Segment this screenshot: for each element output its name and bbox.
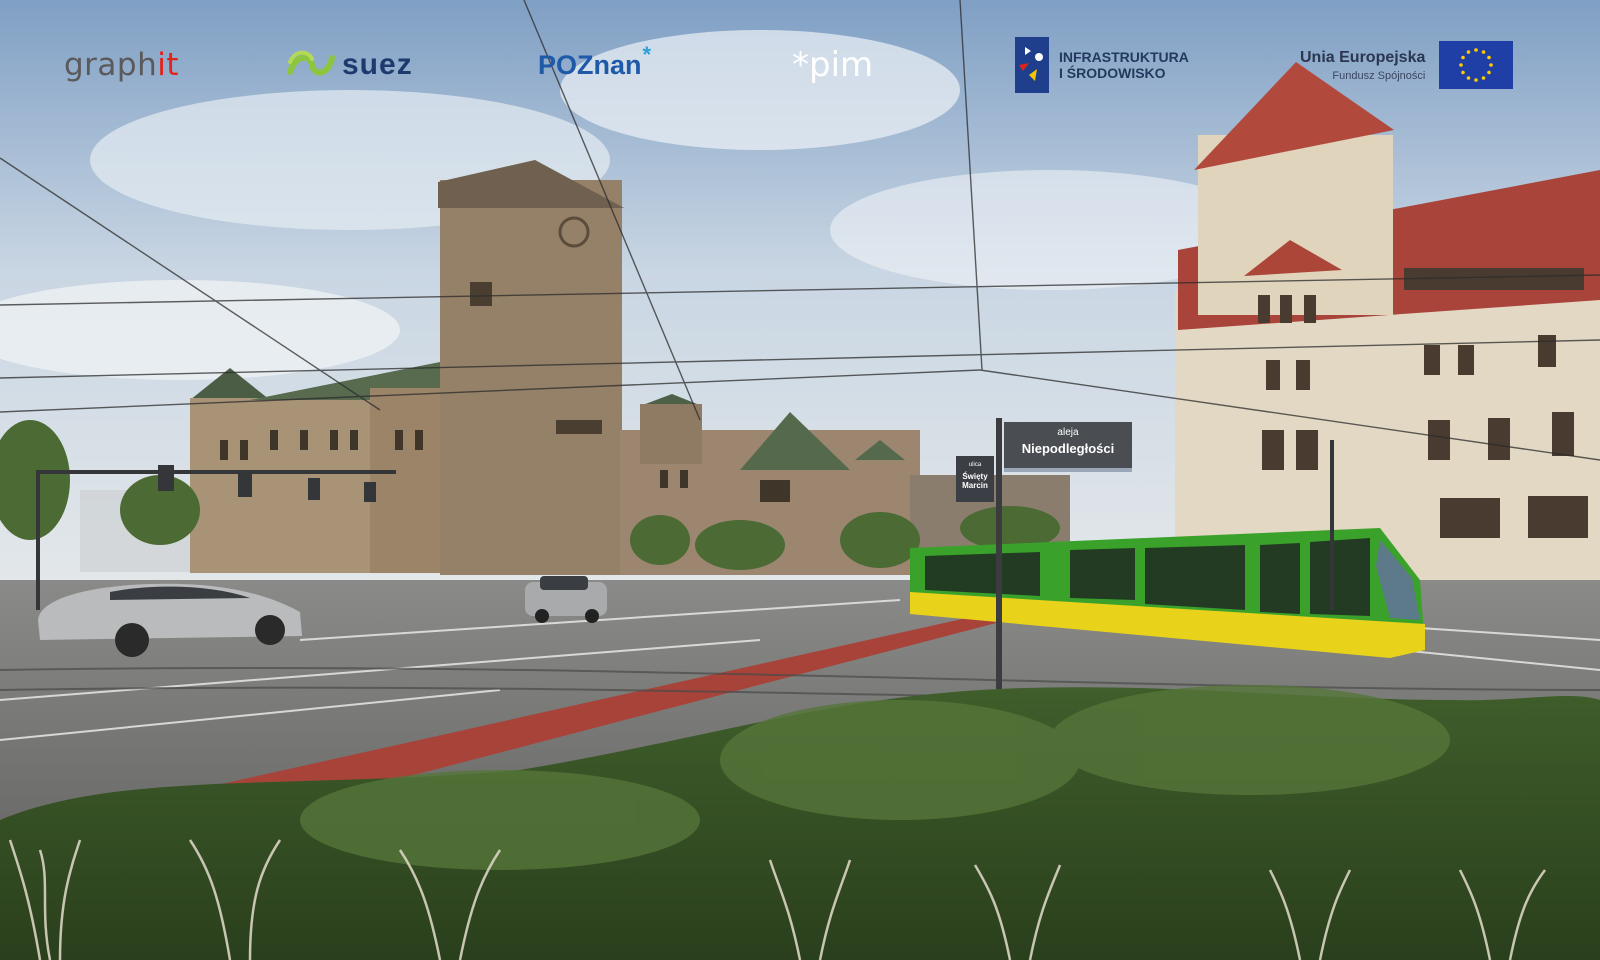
infra-line1: INFRASTRUKTURA bbox=[1059, 49, 1189, 65]
graphit-prefix: graph bbox=[64, 47, 158, 83]
side-sign-name: Święty Marcin bbox=[962, 472, 988, 490]
eu-stars-icon bbox=[1459, 48, 1494, 82]
eu-logo: Unia Europejska Fundusz Spójności bbox=[1300, 30, 1514, 100]
side-sign-prefix: ulica bbox=[968, 462, 982, 468]
pim-wordmark: *pim bbox=[792, 45, 874, 85]
eu-subtitle: Fundusz Spójności bbox=[1332, 69, 1426, 82]
pim-logo: *pim bbox=[792, 30, 873, 100]
infrastruktura-logo: INFRASTRUKTURA I ŚRODOWISKO bbox=[1015, 30, 1189, 100]
suez-logo: suez bbox=[286, 30, 413, 100]
graphit-logo: graph it bbox=[64, 30, 179, 100]
scene-illustration bbox=[0, 0, 1600, 960]
sponsor-logo-bar: graph it suez POZnan * *pim INFRASTRUKTU… bbox=[0, 30, 1600, 100]
poznan-logo: POZnan * bbox=[538, 30, 651, 100]
rendered-street-scene: ulica Święty Marcin aleja Niepodległości… bbox=[0, 0, 1600, 960]
distant-car bbox=[525, 576, 607, 623]
graphit-accent: it bbox=[157, 47, 180, 83]
eu-text: Unia Europejska Fundusz Spójności bbox=[1300, 49, 1425, 82]
sign-pole bbox=[996, 418, 1002, 718]
side-street-sign: ulica Święty Marcin bbox=[956, 456, 994, 502]
suez-wave-icon bbox=[287, 50, 335, 76]
infrastruktura-text: INFRASTRUKTURA I ŚRODOWISKO bbox=[1059, 49, 1189, 81]
main-sign-prefix: aleja bbox=[1057, 427, 1079, 438]
main-sign-name: Niepodległości bbox=[1021, 441, 1115, 456]
poznan-star: * bbox=[642, 42, 652, 67]
main-street-sign: aleja Niepodległości bbox=[1004, 422, 1132, 472]
suez-wordmark: suez bbox=[342, 48, 413, 81]
poznan-wordmark: POZnan bbox=[538, 49, 642, 80]
fundusze-europejskie-icon bbox=[1015, 37, 1049, 93]
eu-flag-icon bbox=[1439, 41, 1514, 89]
eu-title: Unia Europejska bbox=[1300, 48, 1426, 66]
infra-line2: I ŚRODOWISKO bbox=[1059, 65, 1166, 81]
